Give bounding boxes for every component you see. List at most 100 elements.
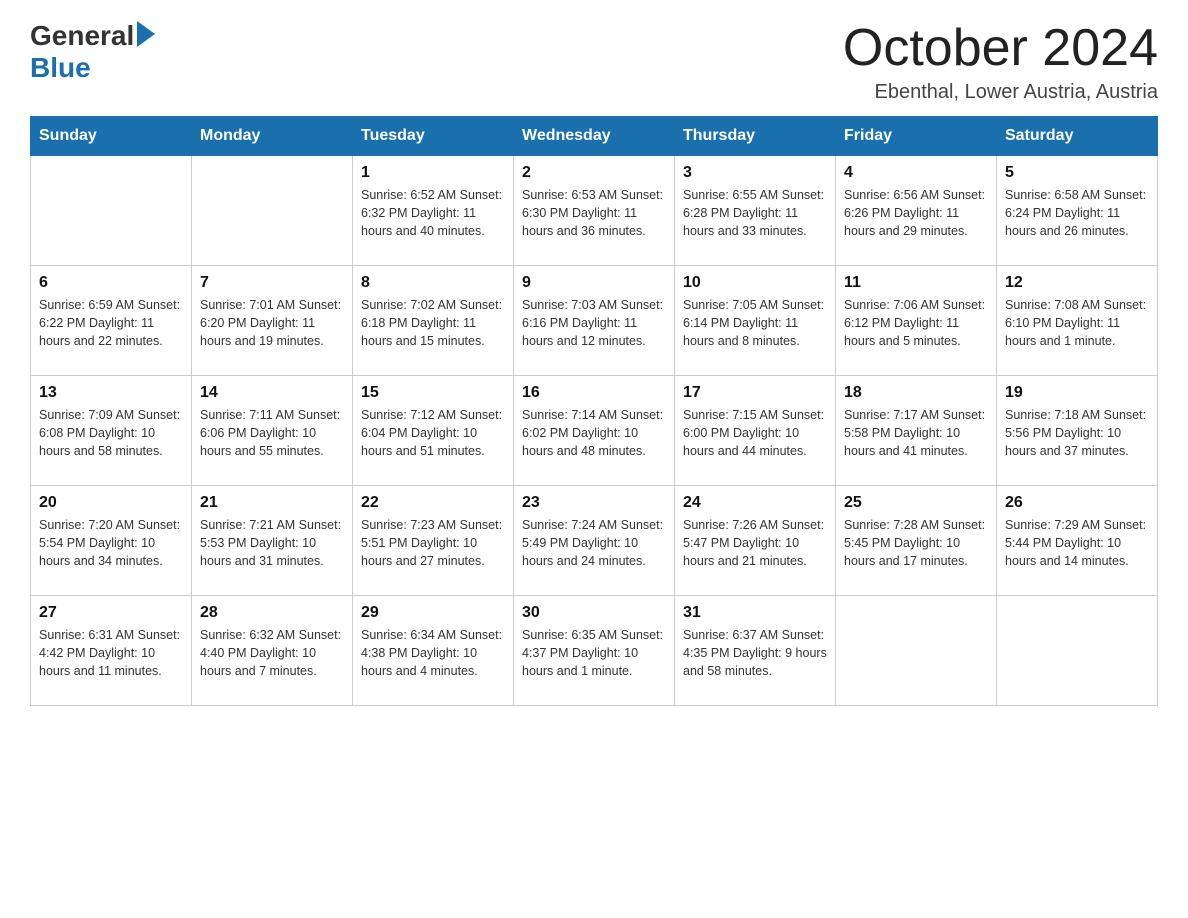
day-info: Sunrise: 6:52 AM Sunset: 6:32 PM Dayligh… xyxy=(361,186,505,240)
calendar-cell: 31 Sunrise: 6:37 AM Sunset: 4:35 PM Dayli… xyxy=(675,596,836,706)
day-number: 5 xyxy=(1005,164,1149,182)
day-number: 4 xyxy=(844,164,988,182)
calendar-cell: 2 Sunrise: 6:53 AM Sunset: 6:30 PM Daylig… xyxy=(514,156,675,266)
day-info: Sunrise: 6:35 AM Sunset: 4:37 PM Dayligh… xyxy=(522,626,666,680)
col-sunday: Sunday xyxy=(31,117,192,156)
col-saturday: Saturday xyxy=(997,117,1158,156)
calendar-cell: 25 Sunrise: 7:28 AM Sunset: 5:45 PM Dayli… xyxy=(836,486,997,596)
day-info: Sunrise: 6:53 AM Sunset: 6:30 PM Dayligh… xyxy=(522,186,666,240)
day-number: 29 xyxy=(361,604,505,622)
col-thursday: Thursday xyxy=(675,117,836,156)
logo-blue-text: Blue xyxy=(30,52,91,83)
day-info: Sunrise: 6:55 AM Sunset: 6:28 PM Dayligh… xyxy=(683,186,827,240)
calendar-cell: 13Sunrise: 7:09 AM Sunset: 6:08 PM Dayli… xyxy=(31,376,192,486)
col-wednesday: Wednesday xyxy=(514,117,675,156)
day-number: 22 xyxy=(361,494,505,512)
logo-triangle-icon xyxy=(137,21,155,47)
day-info: Sunrise: 7:24 AM Sunset: 5:49 PM Dayligh… xyxy=(522,516,666,570)
col-friday: Friday xyxy=(836,117,997,156)
day-info: Sunrise: 7:20 AM Sunset: 5:54 PM Dayligh… xyxy=(39,516,183,570)
day-info: Sunrise: 7:08 AM Sunset: 6:10 PM Dayligh… xyxy=(1005,296,1149,350)
day-number: 20 xyxy=(39,494,183,512)
calendar-week-5: 27 Sunrise: 6:31 AM Sunset: 4:42 PM Dayli… xyxy=(31,596,1158,706)
calendar-cell: 8Sunrise: 7:02 AM Sunset: 6:18 PM Daylig… xyxy=(353,266,514,376)
day-number: 11 xyxy=(844,274,988,292)
calendar-cell: 24Sunrise: 7:26 AM Sunset: 5:47 PM Dayli… xyxy=(675,486,836,596)
logo-general-text: General xyxy=(30,20,134,52)
day-number: 8 xyxy=(361,274,505,292)
calendar-cell: 9Sunrise: 7:03 AM Sunset: 6:16 PM Daylig… xyxy=(514,266,675,376)
day-info: Sunrise: 7:29 AM Sunset: 5:44 PM Dayligh… xyxy=(1005,516,1149,570)
calendar-cell: 3 Sunrise: 6:55 AM Sunset: 6:28 PM Daylig… xyxy=(675,156,836,266)
day-info: Sunrise: 6:56 AM Sunset: 6:26 PM Dayligh… xyxy=(844,186,988,240)
day-number: 13 xyxy=(39,384,183,402)
calendar-week-1: 1 Sunrise: 6:52 AM Sunset: 6:32 PM Daylig… xyxy=(31,156,1158,266)
day-info: Sunrise: 7:18 AM Sunset: 5:56 PM Dayligh… xyxy=(1005,406,1149,460)
calendar-cell: 28 Sunrise: 6:32 AM Sunset: 4:40 PM Dayli… xyxy=(192,596,353,706)
day-number: 15 xyxy=(361,384,505,402)
calendar-cell: 6 Sunrise: 6:59 AM Sunset: 6:22 PM Daylig… xyxy=(31,266,192,376)
day-number: 19 xyxy=(1005,384,1149,402)
logo: General Blue xyxy=(30,20,155,84)
col-monday: Monday xyxy=(192,117,353,156)
day-number: 27 xyxy=(39,604,183,622)
day-info: Sunrise: 7:23 AM Sunset: 5:51 PM Dayligh… xyxy=(361,516,505,570)
month-title: October 2024 xyxy=(843,20,1158,77)
day-number: 26 xyxy=(1005,494,1149,512)
day-number: 10 xyxy=(683,274,827,292)
day-info: Sunrise: 7:15 AM Sunset: 6:00 PM Dayligh… xyxy=(683,406,827,460)
calendar-cell: 23Sunrise: 7:24 AM Sunset: 5:49 PM Dayli… xyxy=(514,486,675,596)
day-number: 30 xyxy=(522,604,666,622)
calendar-cell: 14 Sunrise: 7:11 AM Sunset: 6:06 PM Dayli… xyxy=(192,376,353,486)
day-number: 6 xyxy=(39,274,183,292)
calendar-week-4: 20 Sunrise: 7:20 AM Sunset: 5:54 PM Dayli… xyxy=(31,486,1158,596)
calendar-cell xyxy=(997,596,1158,706)
calendar-header: Sunday Monday Tuesday Wednesday Thursday… xyxy=(31,117,1158,156)
calendar-cell: 7Sunrise: 7:01 AM Sunset: 6:20 PM Daylig… xyxy=(192,266,353,376)
day-number: 17 xyxy=(683,384,827,402)
calendar-cell: 5 Sunrise: 6:58 AM Sunset: 6:24 PM Daylig… xyxy=(997,156,1158,266)
day-number: 21 xyxy=(200,494,344,512)
calendar-week-3: 13Sunrise: 7:09 AM Sunset: 6:08 PM Dayli… xyxy=(31,376,1158,486)
header-row: Sunday Monday Tuesday Wednesday Thursday… xyxy=(31,117,1158,156)
day-info: Sunrise: 7:11 AM Sunset: 6:06 PM Dayligh… xyxy=(200,406,344,460)
calendar-cell: 19 Sunrise: 7:18 AM Sunset: 5:56 PM Dayli… xyxy=(997,376,1158,486)
location-text: Ebenthal, Lower Austria, Austria xyxy=(843,81,1158,104)
day-number: 16 xyxy=(522,384,666,402)
day-number: 14 xyxy=(200,384,344,402)
calendar-cell: 16 Sunrise: 7:14 AM Sunset: 6:02 PM Dayli… xyxy=(514,376,675,486)
calendar-cell: 30 Sunrise: 6:35 AM Sunset: 4:37 PM Dayli… xyxy=(514,596,675,706)
calendar-cell: 17 Sunrise: 7:15 AM Sunset: 6:00 PM Dayli… xyxy=(675,376,836,486)
day-number: 28 xyxy=(200,604,344,622)
calendar-cell: 21 Sunrise: 7:21 AM Sunset: 5:53 PM Dayli… xyxy=(192,486,353,596)
day-info: Sunrise: 6:31 AM Sunset: 4:42 PM Dayligh… xyxy=(39,626,183,680)
calendar-cell xyxy=(192,156,353,266)
day-number: 1 xyxy=(361,164,505,182)
calendar-cell: 20 Sunrise: 7:20 AM Sunset: 5:54 PM Dayli… xyxy=(31,486,192,596)
day-number: 2 xyxy=(522,164,666,182)
calendar-cell: 12 Sunrise: 7:08 AM Sunset: 6:10 PM Dayli… xyxy=(997,266,1158,376)
day-info: Sunrise: 7:21 AM Sunset: 5:53 PM Dayligh… xyxy=(200,516,344,570)
calendar-cell: 27 Sunrise: 6:31 AM Sunset: 4:42 PM Dayli… xyxy=(31,596,192,706)
day-info: Sunrise: 6:58 AM Sunset: 6:24 PM Dayligh… xyxy=(1005,186,1149,240)
calendar-cell: 4 Sunrise: 6:56 AM Sunset: 6:26 PM Daylig… xyxy=(836,156,997,266)
day-info: Sunrise: 7:26 AM Sunset: 5:47 PM Dayligh… xyxy=(683,516,827,570)
day-number: 3 xyxy=(683,164,827,182)
day-number: 12 xyxy=(1005,274,1149,292)
day-info: Sunrise: 7:12 AM Sunset: 6:04 PM Dayligh… xyxy=(361,406,505,460)
calendar-cell xyxy=(836,596,997,706)
title-block: October 2024 Ebenthal, Lower Austria, Au… xyxy=(843,20,1158,104)
day-info: Sunrise: 6:37 AM Sunset: 4:35 PM Dayligh… xyxy=(683,626,827,680)
day-info: Sunrise: 6:32 AM Sunset: 4:40 PM Dayligh… xyxy=(200,626,344,680)
calendar-cell: 18Sunrise: 7:17 AM Sunset: 5:58 PM Dayli… xyxy=(836,376,997,486)
day-info: Sunrise: 7:17 AM Sunset: 5:58 PM Dayligh… xyxy=(844,406,988,460)
day-info: Sunrise: 7:06 AM Sunset: 6:12 PM Dayligh… xyxy=(844,296,988,350)
day-info: Sunrise: 7:14 AM Sunset: 6:02 PM Dayligh… xyxy=(522,406,666,460)
calendar-cell xyxy=(31,156,192,266)
day-info: Sunrise: 7:05 AM Sunset: 6:14 PM Dayligh… xyxy=(683,296,827,350)
calendar-table: Sunday Monday Tuesday Wednesday Thursday… xyxy=(30,116,1158,706)
day-info: Sunrise: 7:28 AM Sunset: 5:45 PM Dayligh… xyxy=(844,516,988,570)
day-number: 31 xyxy=(683,604,827,622)
day-number: 25 xyxy=(844,494,988,512)
day-info: Sunrise: 6:59 AM Sunset: 6:22 PM Dayligh… xyxy=(39,296,183,350)
